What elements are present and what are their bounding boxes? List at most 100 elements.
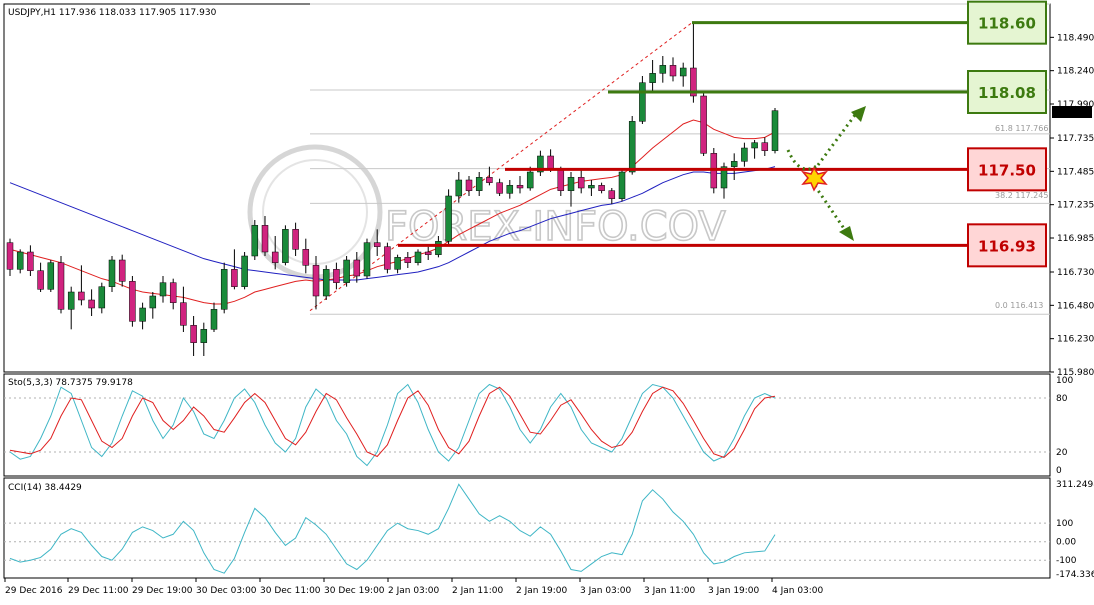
candle-body: [78, 291, 85, 301]
time-tick-label: 3 Jan 03:00: [580, 586, 632, 596]
candle-body: [200, 329, 208, 343]
candle-body: [302, 249, 310, 266]
level-label-3: 116.93: [978, 237, 1036, 255]
level-label-0: 118.60: [978, 15, 1036, 33]
candle-body: [435, 241, 442, 255]
price-tick-label: 117.735: [1057, 134, 1094, 144]
candle-body: [577, 177, 585, 189]
candle-body: [27, 251, 34, 271]
candle-body: [659, 65, 667, 74]
fib-382-label: 38.2 117.245: [995, 191, 1048, 200]
price-tick-label: 117.235: [1057, 201, 1094, 211]
candle-body: [730, 161, 738, 167]
stoch-label: Sto(5,3,3) 78.7375 79.9178: [8, 378, 133, 388]
candle-body: [404, 257, 412, 263]
candle-body: [16, 251, 24, 270]
candle-body: [751, 142, 758, 149]
candle-body: [210, 309, 218, 330]
candle-body: [547, 155, 554, 170]
cci-tick-label: 0.00: [1056, 538, 1076, 548]
candle-body: [679, 67, 687, 77]
candle-body: [343, 259, 350, 283]
candle-body: [282, 229, 289, 263]
candle-body: [608, 190, 616, 199]
time-tick-label: 29 Dec 2016: [5, 586, 63, 596]
candle-body: [486, 177, 493, 183]
candle-body: [47, 262, 55, 290]
price-tick-label: 118.240: [1057, 67, 1094, 77]
symbol-label: USDJPY,H1 117.936 118.033 117.905 117.93…: [8, 8, 217, 18]
candle-body: [312, 265, 320, 297]
candle-body: [557, 169, 565, 191]
price-chart-svg[interactable]: FOREX-INFO.COV USDJPY,H1 117.936 118.033…: [0, 0, 1094, 605]
candle-body: [506, 185, 514, 194]
candle-body: [190, 325, 197, 343]
candle-body: [333, 269, 340, 283]
candle-body: [231, 269, 238, 287]
candle-body: [628, 121, 636, 173]
stoch-tick-label: 80: [1056, 394, 1068, 404]
candle-body: [526, 171, 534, 189]
candle-body: [57, 262, 65, 310]
stoch-tick-label: 20: [1056, 448, 1068, 458]
candle-body: [567, 177, 575, 191]
cci-tick-label: -100: [1056, 556, 1077, 566]
candle-body: [496, 182, 503, 194]
stoch-tick-label: 0: [1056, 466, 1062, 476]
candle-body: [700, 95, 707, 154]
price-tick-label: 116.230: [1057, 335, 1094, 345]
candle-body: [98, 286, 106, 309]
candle-body: [261, 225, 269, 253]
price-tick-label: 116.985: [1057, 234, 1094, 244]
time-tick-label: 3 Jan 11:00: [644, 586, 696, 596]
candle-body: [516, 185, 524, 189]
chart-window: FOREX-INFO.COV USDJPY,H1 117.936 118.033…: [0, 0, 1094, 605]
price-tick-label: 118.490: [1057, 33, 1094, 43]
symbol-name: USDJPY,H1: [8, 8, 56, 18]
level-label-2: 117.50: [978, 161, 1036, 179]
candle-body: [455, 179, 463, 197]
time-tick-label: 2 Jan 03:00: [388, 586, 440, 596]
stoch-tick-label: 100: [1056, 376, 1073, 386]
fib-618-label: 61.8 117.766: [995, 124, 1048, 133]
time-tick-label: 2 Jan 11:00: [452, 586, 504, 596]
cci-tick-label: 311.2498: [1056, 480, 1094, 490]
candle-body: [271, 251, 279, 263]
candle-body: [292, 229, 299, 250]
candle-body: [588, 185, 595, 189]
price-tick-label: 117.485: [1057, 167, 1094, 177]
candle-body: [414, 251, 422, 263]
candle-body: [241, 255, 248, 287]
candle-body: [363, 242, 371, 277]
ohlc-values: 117.936 118.033 117.905 117.930: [59, 8, 217, 18]
candle-body: [88, 299, 95, 309]
cci-tick-label: -174.3363: [1056, 570, 1094, 580]
candle-body: [139, 307, 146, 322]
candle-body: [67, 291, 75, 310]
candle-body: [180, 302, 187, 326]
candle-body: [373, 242, 381, 247]
time-tick-label: 2 Jan 19:00: [516, 586, 568, 596]
cci-tick-label: 100: [1056, 519, 1073, 529]
time-tick-label: 29 Dec 11:00: [68, 586, 129, 596]
candle-body: [445, 195, 452, 242]
candle-body: [741, 147, 748, 162]
candle-body: [424, 251, 432, 255]
candle-body: [37, 270, 44, 290]
candle-body: [649, 73, 656, 83]
candle-body: [129, 281, 136, 322]
candle-body: [251, 225, 259, 257]
candle-body: [771, 110, 779, 151]
candle-body: [384, 246, 391, 270]
candle-body: [149, 295, 157, 309]
time-tick-label: 30 Dec 19:00: [324, 586, 385, 596]
candle-body: [475, 177, 483, 191]
candle-body: [465, 179, 473, 191]
candle-body: [220, 269, 228, 310]
candle-body: [322, 269, 330, 297]
time-tick-label: 29 Dec 19:00: [132, 586, 193, 596]
current-price-label: 117.930: [1055, 108, 1092, 118]
candle-body: [394, 257, 401, 270]
fib-0-label: 0.0 116.413: [995, 301, 1043, 310]
price-tick-label: 116.730: [1057, 268, 1094, 278]
